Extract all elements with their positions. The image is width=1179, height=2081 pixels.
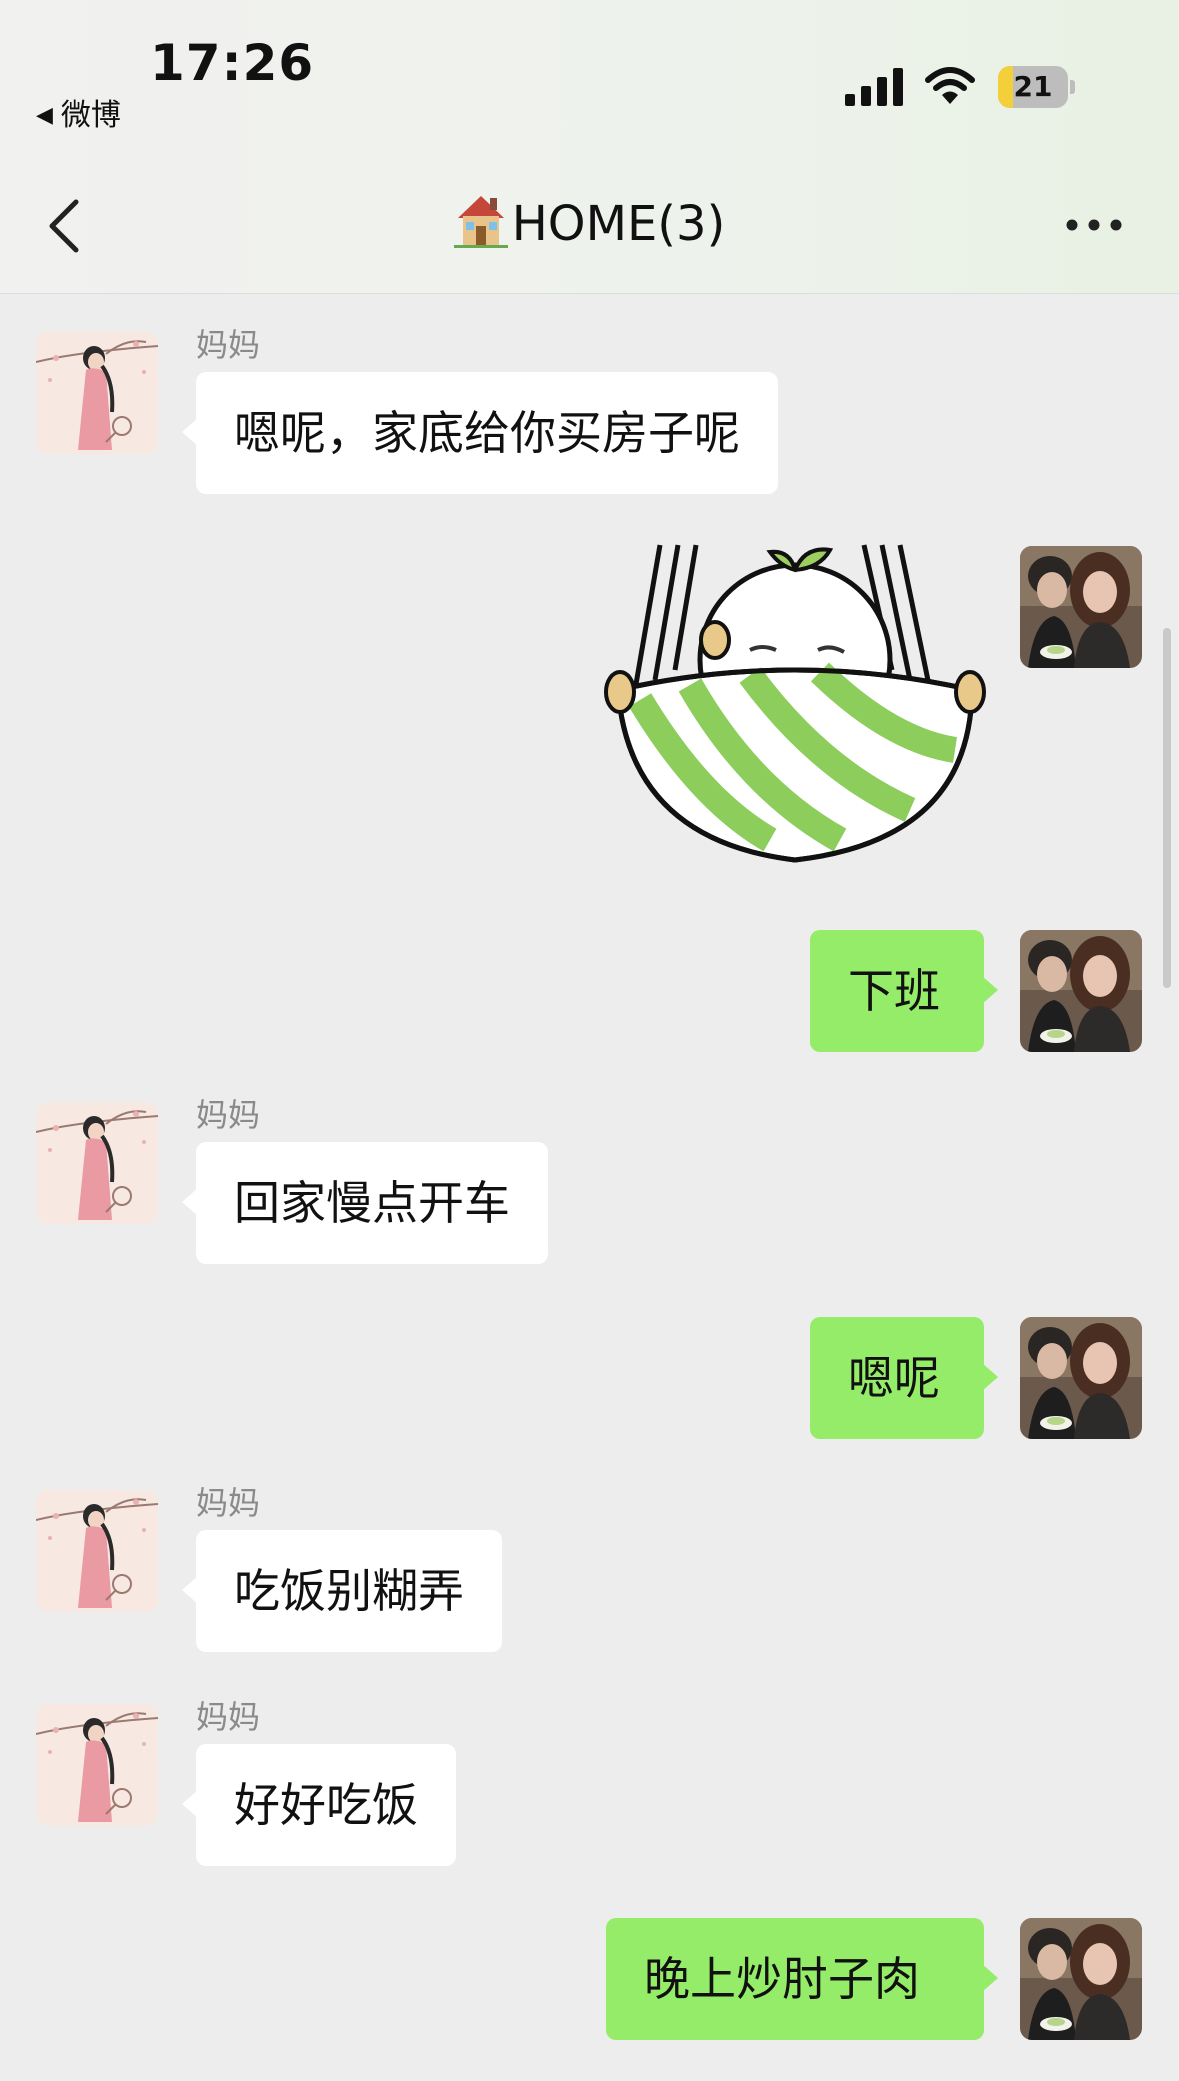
sender-name: 妈妈	[196, 326, 261, 364]
message-bubble-outgoing[interactable]: 下班	[810, 930, 998, 1052]
status-time: 17:26	[150, 34, 315, 92]
avatar-self[interactable]	[1020, 930, 1142, 1052]
avatar-mom[interactable]	[36, 1704, 158, 1826]
message-bubble-outgoing[interactable]: 晚上炒肘子肉	[606, 1918, 998, 2040]
avatar-mom[interactable]	[36, 1490, 158, 1612]
chat-title: HOME(3)	[0, 192, 1179, 252]
message-bubble-incoming[interactable]: 吃饭别糊弄	[182, 1530, 502, 1652]
message-bubble-outgoing[interactable]: 嗯呢	[810, 1317, 998, 1439]
avatar-self[interactable]	[1020, 1317, 1142, 1439]
sender-name: 妈妈	[196, 1484, 261, 1522]
sender-name: 妈妈	[196, 1698, 261, 1736]
avatar-mom[interactable]	[36, 1102, 158, 1224]
more-dots-icon[interactable]	[1064, 212, 1124, 238]
message-bubble-incoming[interactable]: 回家慢点开车	[182, 1142, 548, 1264]
back-to-app-link[interactable]: ◀ 微博	[36, 90, 121, 134]
back-app-label: 微博	[60, 98, 121, 133]
back-triangle-icon: ◀	[36, 103, 53, 128]
cellular-signal-icon	[845, 68, 903, 106]
sticker-sprout-hammock[interactable]	[600, 540, 990, 880]
top-bar: 17:26 ◀ 微博 21 HOME(3)	[0, 0, 1179, 294]
avatar-self[interactable]	[1020, 546, 1142, 668]
message-bubble-incoming[interactable]: 嗯呢，家底给你买房子呢	[182, 372, 778, 494]
avatar-self[interactable]	[1020, 1918, 1142, 2040]
avatar-mom[interactable]	[36, 332, 158, 454]
scrollbar[interactable]	[1163, 628, 1171, 988]
house-icon	[453, 196, 508, 248]
sender-name: 妈妈	[196, 1096, 261, 1134]
battery-percent: 21	[1013, 70, 1053, 103]
message-bubble-incoming[interactable]: 好好吃饭	[182, 1744, 456, 1866]
wifi-icon	[925, 67, 975, 104]
battery-indicator: 21	[998, 66, 1076, 108]
chat-title-text: HOME(3)	[511, 196, 726, 252]
